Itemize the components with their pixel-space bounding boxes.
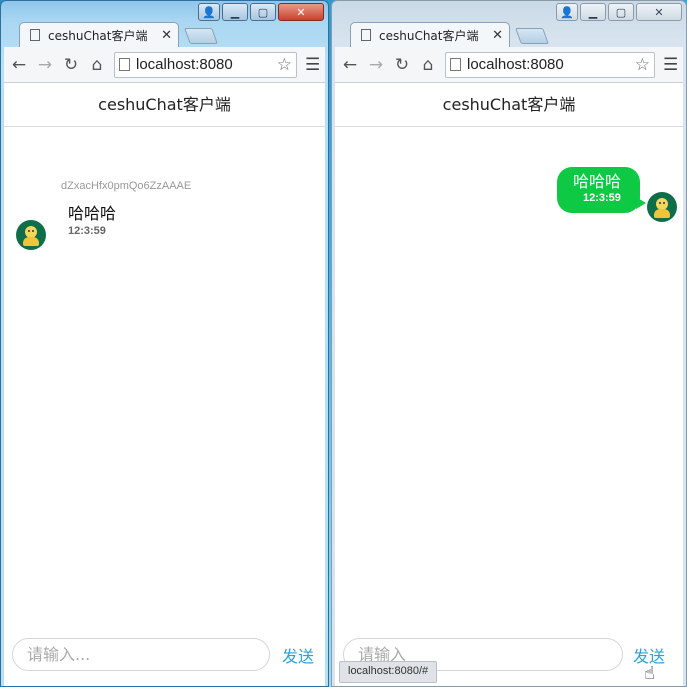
address-bar[interactable]: localhost:8080 ☆ [445, 51, 655, 78]
home-icon[interactable]: ⌂ [88, 55, 106, 75]
back-icon[interactable]: ← [341, 55, 359, 75]
back-icon[interactable]: ← [10, 55, 28, 75]
new-tab-button[interactable] [184, 28, 218, 44]
address-bar[interactable]: localhost:8080 ☆ [114, 51, 297, 78]
page-title: ceshuChat客户端 [335, 83, 683, 127]
home-icon[interactable]: ⌂ [419, 55, 437, 75]
minimize-button[interactable]: ▁ [580, 3, 606, 21]
forward-icon[interactable]: → [36, 55, 54, 75]
page-title: ceshuChat客户端 [4, 83, 325, 127]
window-controls: 👤 ▁ ▢ ✕ [198, 3, 324, 21]
browser-tab[interactable]: ceshuChat客户端 ✕ [350, 22, 510, 47]
document-icon [30, 29, 40, 41]
page-icon [450, 58, 461, 71]
menu-icon[interactable]: ☰ [305, 55, 320, 75]
close-icon: ✕ [654, 6, 664, 19]
browser-toolbar: ← → ↻ ⌂ localhost:8080 ☆ ☰ [4, 47, 325, 83]
tab-close-icon[interactable]: ✕ [161, 28, 172, 43]
browser-window-right: 👤 ▁ ▢ ✕ ceshuChat客户端 ✕ ← → ↻ ⌂ localhost… [331, 0, 687, 687]
close-window-button[interactable]: ✕ [636, 3, 682, 21]
message-input[interactable]: 请输入... [12, 638, 270, 671]
send-button[interactable]: 发送 [282, 643, 314, 667]
chat-page: ceshuChat客户端 dZxacHfx0pmQo6ZzAAAE 哈哈哈 12… [4, 83, 325, 686]
avatar [16, 220, 46, 250]
page-icon [119, 58, 130, 71]
user-icon[interactable]: 👤 [198, 3, 220, 21]
url-text: localhost:8080 [467, 56, 564, 73]
tab-close-icon[interactable]: ✕ [492, 28, 503, 43]
tab-title: ceshuChat客户端 [48, 28, 148, 43]
user-icon[interactable]: 👤 [556, 3, 578, 21]
star-icon[interactable]: ☆ [635, 55, 650, 75]
maximize-icon: ▢ [615, 6, 627, 19]
status-bar-url: localhost:8080/# [339, 661, 438, 683]
message-text: 哈哈哈 [573, 172, 622, 191]
message-time: 12:3:59 [583, 192, 621, 204]
message-time: 12:3:59 [68, 225, 106, 237]
window-controls: 👤 ▁ ▢ ✕ [556, 3, 682, 21]
avatar [647, 192, 677, 222]
menu-icon[interactable]: ☰ [663, 55, 678, 75]
url-text: localhost:8080 [136, 56, 233, 73]
message-username: dZxacHfx0pmQo6ZzAAAE [61, 180, 192, 192]
own-message-bubble: 哈哈哈 12:3:59 [557, 167, 646, 213]
star-icon[interactable]: ☆ [277, 55, 292, 75]
reload-icon[interactable]: ↻ [62, 55, 80, 75]
document-icon [361, 29, 371, 41]
tab-title: ceshuChat客户端 [379, 28, 479, 43]
browser-window-left: 👤 ▁ ▢ ✕ ceshuChat客户端 ✕ ← → ↻ ⌂ localhost… [0, 0, 329, 687]
maximize-button[interactable]: ▢ [250, 3, 276, 21]
bubble-tail [636, 197, 646, 209]
browser-tab[interactable]: ceshuChat客户端 ✕ [19, 22, 179, 47]
maximize-icon: ▢ [257, 6, 269, 19]
chat-page: ceshuChat客户端 哈哈哈 12:3:59 请输入 发送 localhos… [335, 83, 683, 686]
new-tab-button[interactable] [515, 28, 549, 44]
maximize-button[interactable]: ▢ [608, 3, 634, 21]
close-icon: ✕ [296, 6, 306, 19]
message-text: 哈哈哈 [68, 204, 117, 223]
minimize-icon: ▁ [230, 6, 240, 19]
forward-icon[interactable]: → [367, 55, 385, 75]
minimize-button[interactable]: ▁ [222, 3, 248, 21]
minimize-icon: ▁ [588, 6, 598, 19]
close-window-button[interactable]: ✕ [278, 3, 324, 21]
input-row: 请输入... 发送 [4, 638, 325, 674]
browser-toolbar: ← → ↻ ⌂ localhost:8080 ☆ ☰ [335, 47, 683, 83]
hand-cursor-icon: ☝ [644, 663, 655, 684]
reload-icon[interactable]: ↻ [393, 55, 411, 75]
